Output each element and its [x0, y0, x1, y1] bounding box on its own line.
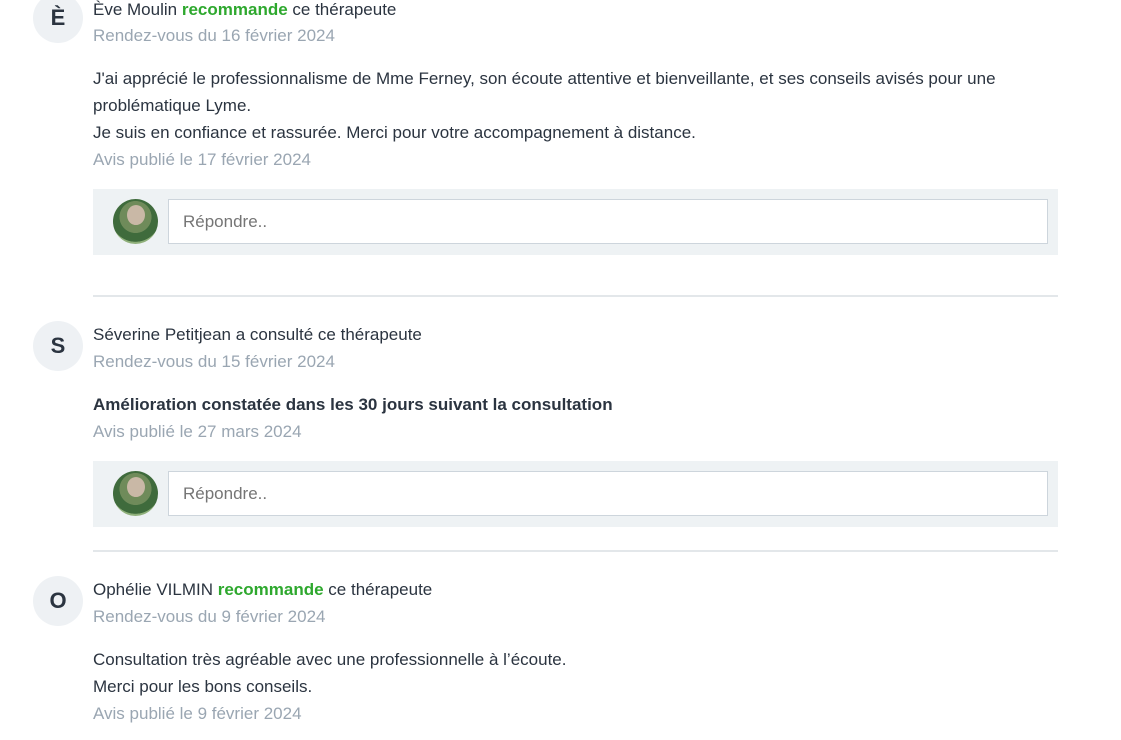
reviewer-name: Séverine Petitjean a consulté ce thérape…	[93, 325, 422, 344]
reviewer-name: Ophélie VILMIN	[93, 580, 213, 599]
review-text-line: problématique Lyme.	[93, 96, 252, 115]
published-date: Avis publié le 17 février 2024	[93, 150, 311, 169]
review-text-line: J'ai apprécié le professionnalisme de Mm…	[93, 69, 996, 88]
review-divider	[93, 295, 1058, 297]
reviewer-initial-avatar: È	[33, 0, 83, 43]
reply-box	[93, 189, 1058, 255]
reviewer-line: Ève Moulin recommande ce thérapeute	[93, 0, 396, 20]
recommend-label: recommande	[181, 0, 288, 19]
reviewer-initial-avatar: O	[33, 576, 83, 626]
review-text-line: Consultation très agréable avec une prof…	[93, 650, 567, 669]
appointment-date: Rendez-vous du 15 février 2024	[93, 352, 335, 371]
reply-input[interactable]	[168, 471, 1048, 516]
reply-box	[93, 461, 1058, 527]
user-avatar	[113, 471, 158, 516]
appointment-date: Rendez-vous du 9 février 2024	[93, 607, 326, 626]
reviewer-line: Ophélie VILMIN recommande ce thérapeute	[93, 580, 432, 600]
published-date: Avis publié le 27 mars 2024	[93, 422, 302, 441]
user-avatar	[113, 199, 158, 244]
published-date: Avis publié le 9 février 2024	[93, 704, 302, 723]
reviewer-suffix: ce thérapeute	[292, 0, 397, 19]
review-text-line: Je suis en confiance et rassurée. Merci …	[93, 123, 696, 142]
recommend-label: recommande	[217, 580, 324, 599]
reviewer-suffix: ce thérapeute	[328, 580, 433, 599]
reply-input[interactable]	[168, 199, 1048, 244]
improvement-note: Amélioration constatée dans les 30 jours…	[93, 395, 613, 414]
review-text-line: Merci pour les bons conseils.	[93, 677, 313, 696]
appointment-date: Rendez-vous du 16 février 2024	[93, 26, 335, 45]
reviewer-initial-avatar: S	[33, 321, 83, 371]
reviewer-name: Ève Moulin	[93, 0, 178, 19]
review-divider	[93, 550, 1058, 552]
